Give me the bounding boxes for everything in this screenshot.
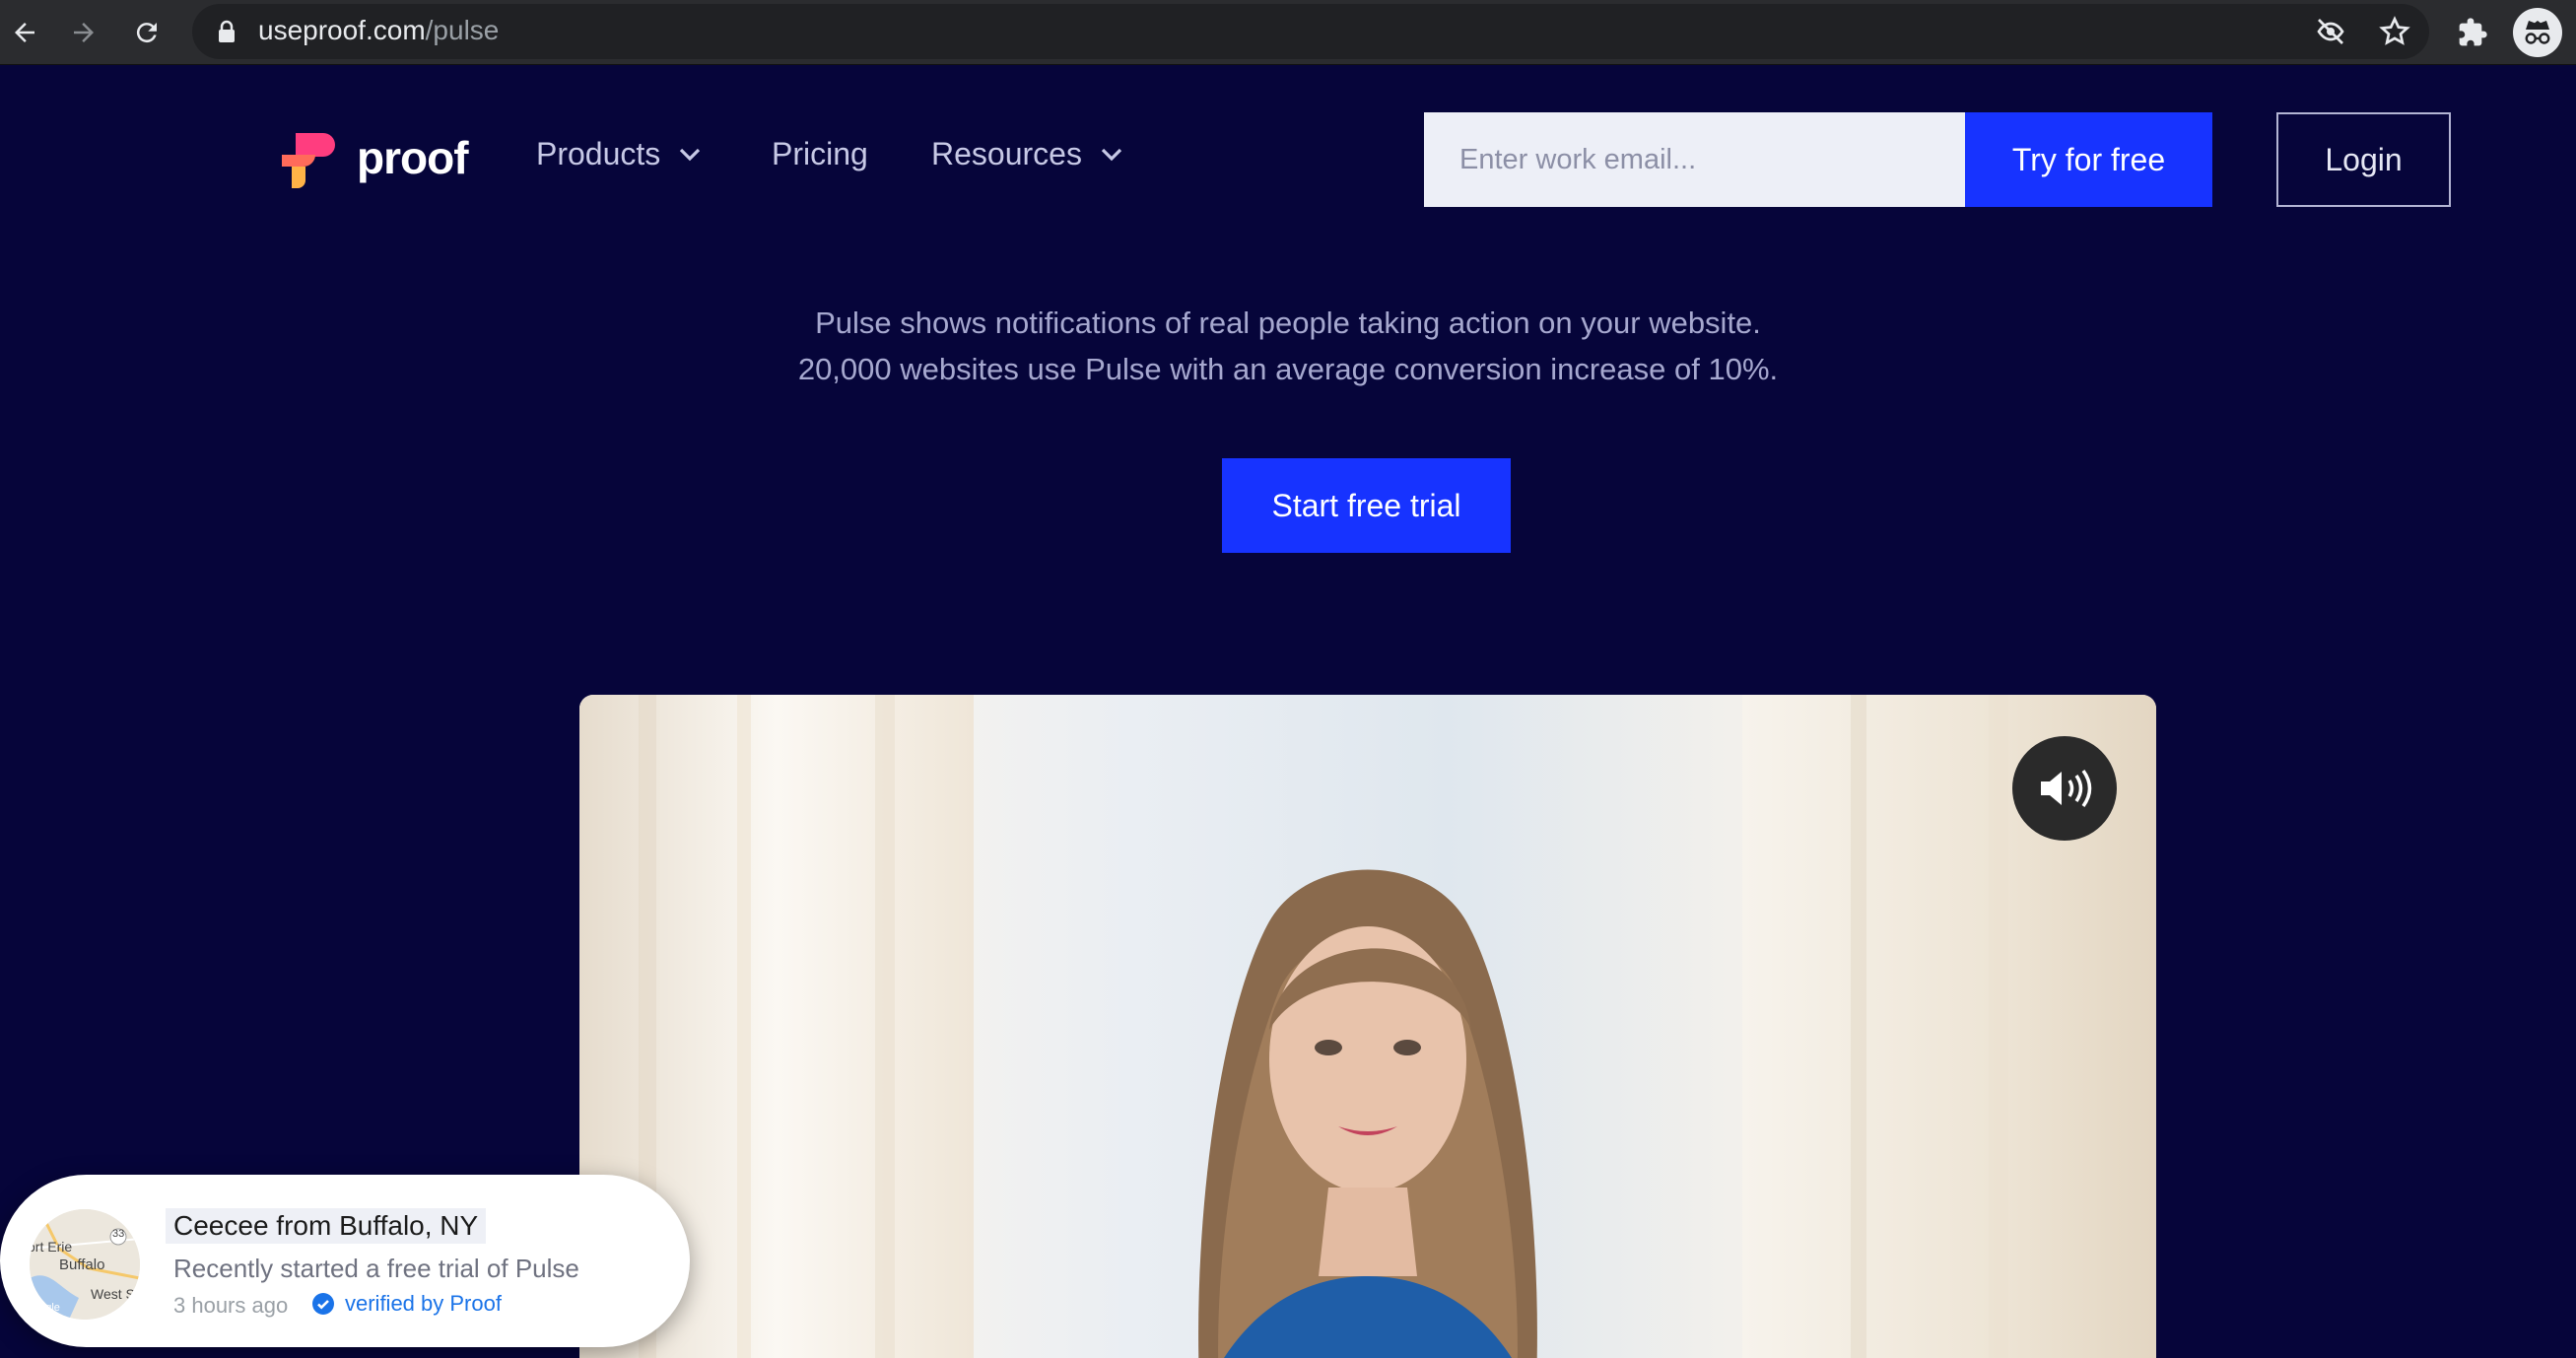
nav-pricing[interactable]: Pricing	[772, 136, 868, 172]
proof-logo-icon	[282, 133, 335, 188]
back-arrow-icon[interactable]	[0, 8, 49, 57]
notification-text: Recently started a free trial of Pulse	[173, 1254, 579, 1283]
map-label-port: ort Erie	[30, 1239, 73, 1255]
map-label-route: 33	[112, 1228, 125, 1240]
verified-badge[interactable]: verified by Proof	[311, 1291, 502, 1317]
notification-title: Ceecee from Buffalo, NY	[166, 1208, 487, 1244]
try-for-free-button[interactable]: Try for free	[1965, 112, 2212, 207]
nav-pricing-label: Pricing	[772, 136, 868, 171]
work-email-input[interactable]	[1424, 112, 1965, 207]
presenter-image	[1198, 869, 1537, 1358]
login-button[interactable]: Login	[2276, 112, 2451, 207]
sound-toggle-button[interactable]	[2012, 736, 2117, 841]
star-icon[interactable]	[2375, 12, 2414, 51]
eye-off-icon[interactable]	[2311, 12, 2350, 51]
chevron-down-icon	[680, 148, 701, 161]
reload-icon[interactable]	[122, 8, 171, 57]
incognito-icon[interactable]	[2513, 8, 2562, 57]
hero-description-line-1: Pulse shows notifications of real people…	[815, 306, 1761, 340]
speaker-icon	[2041, 769, 2092, 808]
intro-video[interactable]	[579, 695, 2156, 1358]
nav-resources[interactable]: Resources	[931, 136, 1123, 172]
social-proof-notification[interactable]: ort Erie Buffalo West S 33 oogle Ceecee …	[0, 1175, 690, 1347]
lock-icon	[218, 20, 236, 48]
notification-time: 3 hours ago	[173, 1293, 289, 1318]
nav-products[interactable]: Products	[536, 136, 702, 172]
nav-products-label: Products	[536, 136, 661, 171]
puzzle-icon[interactable]	[2450, 10, 2495, 55]
map-label-google: oogle	[34, 1302, 60, 1314]
forward-arrow-icon[interactable]	[59, 8, 108, 57]
browser-toolbar: useproof.com/pulse	[0, 0, 2576, 65]
nav-resources-label: Resources	[931, 136, 1082, 171]
map-label-west: West S	[91, 1286, 135, 1302]
address-bar[interactable]: useproof.com/pulse	[192, 4, 2429, 59]
logo-text: proof	[357, 132, 469, 183]
chevron-down-icon	[1101, 148, 1122, 161]
map-thumbnail: ort Erie Buffalo West S 33 oogle	[30, 1209, 140, 1320]
proof-logo[interactable]: proof	[282, 126, 469, 189]
map-label-city: Buffalo	[59, 1256, 105, 1273]
verified-text: verified by Proof	[345, 1291, 502, 1316]
url-path: /pulse	[425, 15, 500, 45]
start-free-trial-button[interactable]: Start free trial	[1222, 458, 1511, 553]
check-circle-icon	[312, 1293, 334, 1315]
url-host: useproof.com	[258, 15, 426, 45]
url-text: useproof.com/pulse	[258, 15, 499, 46]
hero-description-line-2: 20,000 websites use Pulse with an averag…	[797, 352, 1779, 386]
